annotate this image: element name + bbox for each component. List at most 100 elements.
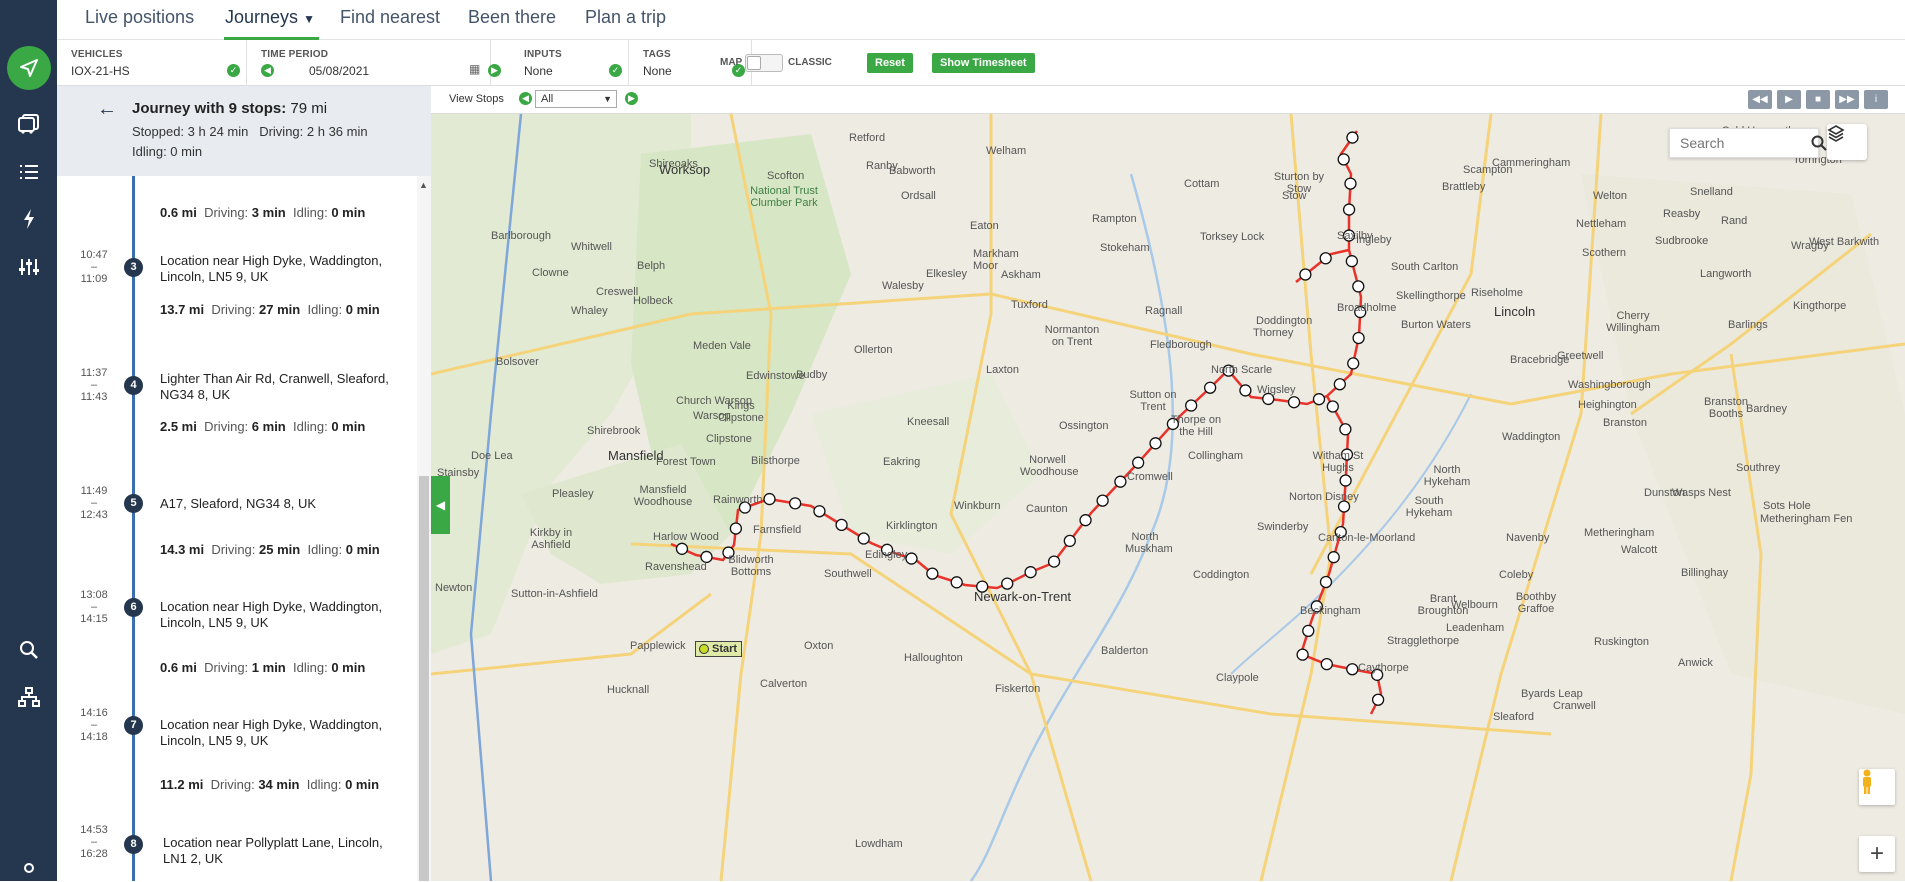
- place-label: Snelland: [1690, 186, 1733, 198]
- route-arrow-icon: [1347, 132, 1358, 143]
- place-label: Halloughton: [904, 652, 963, 664]
- inputs-label: INPUTS: [524, 49, 562, 60]
- place-label: Sturton by Stow: [1269, 171, 1329, 195]
- route-arrow-icon: [1150, 438, 1161, 449]
- place-label: North Scarle: [1211, 364, 1272, 376]
- collapse-panel-button[interactable]: ◀: [431, 476, 450, 534]
- stop-number-badge[interactable]: 8: [124, 835, 143, 854]
- place-label: Winkburn: [954, 500, 1000, 512]
- fast-forward-icon[interactable]: ▶▶: [1835, 90, 1859, 109]
- live-nav-icon[interactable]: [0, 46, 57, 90]
- reset-button[interactable]: Reset: [867, 53, 913, 73]
- scrollbar-thumb[interactable]: [419, 476, 429, 881]
- place-label: South Carlton: [1391, 261, 1458, 273]
- vehicles-icon[interactable]: [0, 102, 57, 146]
- stop-number-badge[interactable]: 5: [124, 494, 143, 513]
- tab-been-there[interactable]: Been there: [468, 0, 556, 40]
- map-view[interactable]: Worksop Mansfield Newark-on-Trent Lincol…: [431, 114, 1905, 881]
- stop-number-badge[interactable]: 6: [124, 598, 143, 617]
- place-label: Kingthorpe: [1793, 300, 1846, 312]
- route-arrow-icon: [1327, 401, 1338, 412]
- map-toolbar: View Stops ◀ All▼ ▶ ◀◀ ▶ ■ ▶▶ i: [431, 86, 1905, 114]
- zoom-in-button[interactable]: +: [1859, 836, 1895, 872]
- place-label: Norton Disney: [1289, 491, 1359, 503]
- map-classic-toggle[interactable]: [745, 54, 783, 72]
- tab-find-nearest[interactable]: Find nearest: [340, 0, 440, 40]
- stop-name[interactable]: Location near High Dyke, Waddington, Lin…: [160, 599, 405, 631]
- show-timesheet-button[interactable]: Show Timesheet: [932, 53, 1035, 73]
- segment-row: 0.6 mi Driving: 3 min Idling: 0 min: [160, 205, 365, 220]
- route-arrow-icon: [1340, 424, 1351, 435]
- stop-time: 10:47–11:09: [69, 249, 119, 285]
- inputs-filter[interactable]: INPUTS None ✓: [510, 40, 629, 86]
- check-icon[interactable]: ✓: [227, 64, 240, 77]
- back-arrow-icon[interactable]: ←: [97, 98, 117, 121]
- stop-number-badge[interactable]: 7: [124, 716, 143, 735]
- journey-header: ← Journey with 9 stops: 79 mi Stopped: 3…: [57, 86, 431, 176]
- play-icon[interactable]: ▶: [1777, 90, 1801, 109]
- place-label: Billinghay: [1681, 567, 1728, 579]
- map-layers-button[interactable]: [1827, 124, 1867, 160]
- check-icon[interactable]: ✓: [609, 64, 622, 77]
- chevron-down-icon: ▼: [603, 91, 612, 107]
- route-arrow-icon: [927, 568, 938, 579]
- time-period-label: TIME PERIOD: [261, 49, 328, 60]
- next-stop-icon[interactable]: ▶: [625, 92, 638, 105]
- stop-name[interactable]: Lighter Than Air Rd, Cranwell, Sleaford,…: [160, 371, 405, 403]
- place-label: North Muskham: [1125, 531, 1165, 555]
- place-label: Carlton-le-Moorland: [1318, 532, 1415, 544]
- filter-bar: VEHICLES IOX-21-HS ✓ TIME PERIOD ◀ 05/08…: [57, 40, 1905, 86]
- stops-list[interactable]: 0.6 mi Driving: 3 min Idling: 0 min 10:4…: [57, 176, 417, 881]
- place-label: Papplewick: [630, 640, 686, 652]
- route-arrow-icon: [858, 533, 869, 544]
- stop-name[interactable]: Location near Pollyplatt Lane, Lincoln, …: [163, 835, 408, 867]
- stop-name[interactable]: A17, Sleaford, NG34 8, UK: [160, 496, 405, 512]
- user-icon[interactable]: [0, 860, 57, 882]
- scrollbar[interactable]: ▲: [417, 176, 431, 881]
- tab-live-positions[interactable]: Live positions: [85, 0, 194, 40]
- rewind-icon[interactable]: ◀◀: [1748, 90, 1772, 109]
- search-icon[interactable]: [0, 628, 57, 672]
- prev-stop-icon[interactable]: ◀: [519, 92, 532, 105]
- network-icon[interactable]: [0, 675, 57, 719]
- scroll-up-icon[interactable]: ▲: [419, 180, 428, 190]
- route-arrow-icon: [1373, 694, 1384, 705]
- map-search-box[interactable]: [1669, 128, 1819, 158]
- place-label: Elkesley: [926, 268, 967, 280]
- place-label: Pleasley: [552, 488, 594, 500]
- stop-number-badge[interactable]: 4: [124, 376, 143, 395]
- stop-name[interactable]: Location near High Dyke, Waddington, Lin…: [160, 717, 405, 749]
- next-date-icon[interactable]: ▶: [488, 64, 501, 77]
- place-label: Forest Town: [656, 456, 716, 468]
- start-marker[interactable]: Start: [695, 641, 742, 657]
- calendar-icon[interactable]: ▦: [469, 62, 480, 76]
- place-label: Skellingthorpe: [1396, 290, 1466, 302]
- route-arrow-icon: [1097, 495, 1108, 506]
- place-label: Cammeringham: [1492, 157, 1570, 169]
- place-label: Ingleby: [1356, 234, 1391, 246]
- place-label: National Trust Clumber Park: [739, 185, 829, 209]
- place-label: Shireoaks: [649, 158, 698, 170]
- street-view-button[interactable]: [1859, 769, 1895, 805]
- place-label: Kneesall: [907, 416, 949, 428]
- prev-date-icon[interactable]: ◀: [261, 64, 274, 77]
- route-arrow-icon: [1080, 515, 1091, 526]
- route-arrow-icon: [1289, 397, 1300, 408]
- time-period-filter[interactable]: TIME PERIOD ◀ 05/08/2021 ▦ ▶: [247, 40, 491, 86]
- tab-plan-a-trip[interactable]: Plan a trip: [585, 0, 666, 40]
- vehicles-filter[interactable]: VEHICLES IOX-21-HS ✓: [57, 40, 247, 86]
- settings-sliders-icon[interactable]: [0, 245, 57, 289]
- stop-icon[interactable]: ■: [1806, 90, 1830, 109]
- place-label: Hucknall: [607, 684, 649, 696]
- place-label: Blidworth Bottoms: [716, 554, 786, 578]
- lightning-icon[interactable]: [0, 197, 57, 241]
- place-label: Branston Booths: [1696, 396, 1756, 420]
- info-icon[interactable]: i: [1864, 90, 1888, 109]
- list-icon[interactable]: [0, 150, 57, 194]
- view-stops-select[interactable]: All▼: [535, 90, 617, 108]
- place-label: Welham: [986, 145, 1026, 157]
- stop-name[interactable]: Location near High Dyke, Waddington, Lin…: [160, 253, 405, 285]
- map-search-input[interactable]: [1670, 129, 1790, 157]
- tab-journeys[interactable]: Journeys ▼: [224, 0, 319, 40]
- stop-number-badge[interactable]: 3: [124, 258, 143, 277]
